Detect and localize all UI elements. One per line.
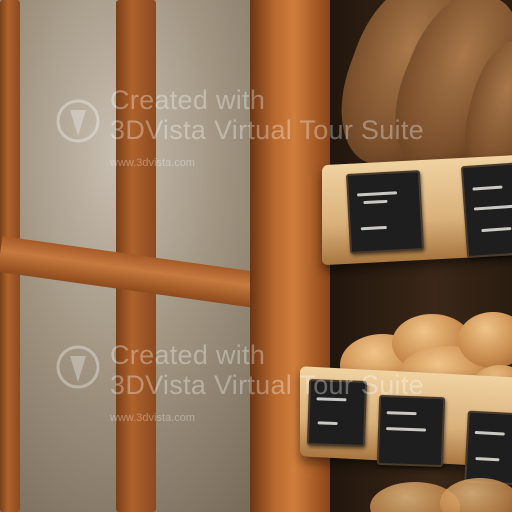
bakery-scene: Created with 3DVista Virtual Tour Suite … [0,0,512,512]
watermark-logo-icon [56,99,100,143]
watermark-url: www.3dvista.com [110,412,195,424]
watermark-line-1: Created with [110,85,266,115]
watermark-line-2: 3DVista Virtual Tour Suite [110,115,424,145]
price-tag-5 [464,410,512,486]
price-tag-4 [376,394,446,468]
watermark-line-1: Created with [110,340,266,370]
watermark-url: www.3dvista.com [110,157,195,169]
watermark-line-2: 3DVista Virtual Tour Suite [110,370,424,400]
watermark-logo-icon [56,345,100,389]
price-tag-1 [345,170,425,254]
price-tag-2 [460,161,512,259]
